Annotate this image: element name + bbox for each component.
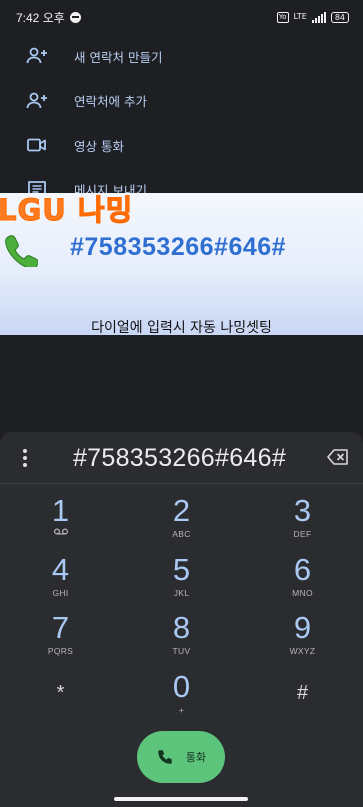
key-digit: 4 <box>51 551 70 587</box>
key-7[interactable]: 7 PQRS <box>0 609 121 668</box>
dialpad-panel: #758353266#646# 1 2 ABC 3 DEF 4 GHI 5 JK… <box>0 432 363 807</box>
contact-action-menu: 새 연락처 만들기 연락처에 추가 영상 통화 메시지 보내기 <box>0 34 363 212</box>
battery-icon: 84 <box>330 11 349 23</box>
key-9[interactable]: 9 WXYZ <box>242 609 363 668</box>
banner-caption: 다이얼에 입력시 자동 나밍셋팅 <box>91 320 272 335</box>
key-digit: 2 <box>172 493 191 528</box>
status-left: 7:42 오후 <box>16 9 81 26</box>
key-digit: 1 <box>51 493 70 528</box>
key-2[interactable]: 2 ABC <box>121 492 242 551</box>
status-time: 7:42 오후 <box>16 10 65 25</box>
keypad-row: * 0 + # <box>0 668 363 727</box>
key-digit: 5 <box>172 551 191 587</box>
add-to-contact-icon <box>0 89 74 113</box>
key-letters: GHI <box>52 587 69 598</box>
dialed-number[interactable]: #758353266#646# <box>56 444 303 473</box>
key-4[interactable]: 4 GHI <box>0 551 121 610</box>
promo-banner: LGU 나밍 #758353266#646# 다이얼에 입력시 자동 나밍셋팅 <box>0 193 363 335</box>
key-letters: + <box>178 704 185 715</box>
key-letters: ABC <box>172 529 191 539</box>
add-contact-icon <box>0 44 74 68</box>
key-1[interactable]: 1 <box>0 492 121 551</box>
key-0[interactable]: 0 + <box>121 668 242 727</box>
keypad-row: 7 PQRS 8 TUV 9 WXYZ <box>0 609 363 668</box>
network-type: LTE <box>293 12 307 21</box>
phone-icon <box>158 750 172 764</box>
volte-icon: Yo <box>276 11 289 23</box>
key-star[interactable]: * <box>0 668 121 727</box>
status-bar: 7:42 오후 Yo LTE 84 <box>0 0 363 34</box>
key-letters: WXYZ <box>289 646 316 656</box>
backspace-icon[interactable] <box>327 448 349 466</box>
more-options-icon[interactable] <box>14 446 36 470</box>
menu-item-create-contact[interactable]: 새 연락처 만들기 <box>0 34 363 79</box>
banner-code: #758353266#646# <box>70 233 287 261</box>
menu-item-label: 영상 통화 <box>74 138 124 154</box>
key-digit: 0 <box>172 668 191 704</box>
key-digit: 3 <box>293 493 312 528</box>
menu-item-label: 새 연락처 만들기 <box>74 49 163 65</box>
video-call-icon <box>0 133 74 157</box>
key-6[interactable]: 6 MNO <box>242 551 363 610</box>
keypad: 1 2 ABC 3 DEF 4 GHI 5 JKL 6 MNO 7 PQRS 8… <box>0 492 363 726</box>
banner-title: LGU 나밍 <box>0 193 134 228</box>
key-letters: DEF <box>293 529 312 539</box>
key-digit: 9 <box>293 610 312 645</box>
call-button[interactable]: 통화 <box>137 731 225 783</box>
dial-input-bar: #758353266#646# <box>0 432 363 484</box>
phone-icon <box>5 235 38 267</box>
key-5[interactable]: 5 JKL <box>121 551 242 610</box>
key-digit: * <box>56 681 65 704</box>
keypad-row: 4 GHI 5 JKL 6 MNO <box>0 551 363 610</box>
key-digit: # <box>296 681 309 704</box>
key-letters: PQRS <box>47 646 74 656</box>
chat-notification-icon <box>69 11 81 23</box>
key-8[interactable]: 8 TUV <box>121 609 242 668</box>
call-label: 통화 <box>185 751 207 764</box>
key-3[interactable]: 3 DEF <box>242 492 363 551</box>
voicemail-icon <box>53 528 68 535</box>
menu-item-video-call[interactable]: 영상 통화 <box>0 123 363 168</box>
key-letters: JKL <box>173 587 190 598</box>
key-digit: 6 <box>293 551 312 587</box>
keypad-row: 1 2 ABC 3 DEF <box>0 492 363 551</box>
key-digit: 8 <box>172 610 191 645</box>
menu-item-label: 연락처에 추가 <box>74 94 147 110</box>
signal-icon <box>311 11 326 23</box>
menu-item-add-to-contact[interactable]: 연락처에 추가 <box>0 79 363 124</box>
key-hash[interactable]: # <box>242 668 363 727</box>
key-letters: MNO <box>292 587 313 598</box>
status-right: Yo LTE 84 <box>276 11 349 23</box>
key-letters: TUV <box>172 646 191 656</box>
home-indicator[interactable] <box>114 797 248 801</box>
key-digit: 7 <box>51 610 70 645</box>
